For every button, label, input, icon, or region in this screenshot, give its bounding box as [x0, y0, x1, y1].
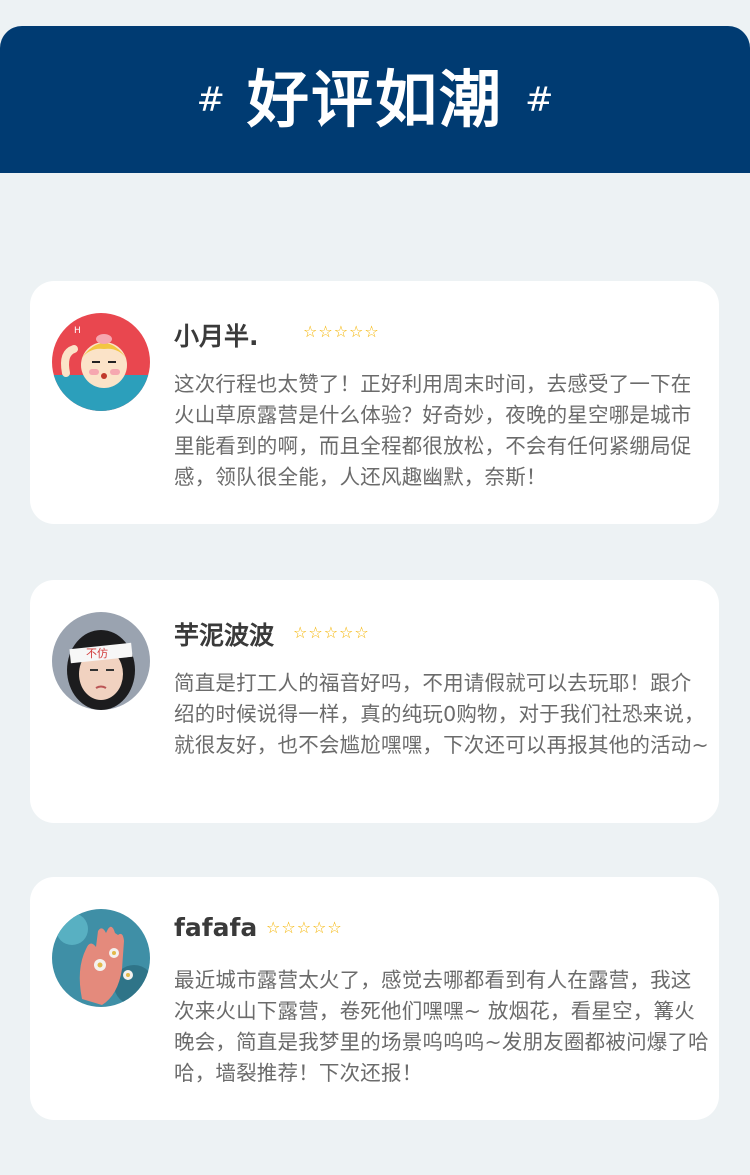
star-icon: ☆: [308, 623, 323, 642]
hand-flowers-avatar-icon: [52, 909, 150, 1007]
star-icon: ☆: [303, 322, 318, 341]
review-card: fafafa ☆ ☆ ☆ ☆ ☆ 最近城市露营太火了，感觉去哪都看到有人在露营，…: [30, 877, 719, 1120]
review-text: 这次行程也太赞了！正好利用周末时间，去感受了一下在火山草原露营是什么体验？好奇妙…: [174, 372, 692, 489]
star-icon: ☆: [364, 322, 379, 341]
reviewer-name: 芋泥波波: [174, 621, 275, 650]
svg-text:不仿: 不仿: [86, 647, 108, 660]
svg-text:H: H: [74, 326, 81, 336]
star-rating: ☆ ☆ ☆ ☆ ☆: [293, 625, 369, 641]
star-icon: ☆: [312, 918, 327, 937]
star-icon: ☆: [296, 918, 312, 937]
star-icon: ☆: [333, 322, 349, 341]
hash-left: #: [196, 79, 225, 120]
star-icon: ☆: [318, 322, 333, 341]
star-icon: ☆: [354, 623, 369, 642]
star-icon: ☆: [266, 918, 281, 937]
reviewer-name: fafafa: [174, 913, 258, 942]
section-header: # 好评如潮 #: [0, 26, 750, 173]
review-card: 不仿 芋泥波波 ☆ ☆ ☆ ☆ ☆ 简直是打工人的福音好吗，不用请假就可以去玩耶…: [30, 580, 719, 823]
review-card: H 小月半. ☆ ☆ ☆ ☆ ☆ 这次行程也太赞了！正好利用周末时间，去感受了一…: [30, 281, 719, 524]
star-icon: ☆: [339, 623, 354, 642]
star-rating: ☆ ☆ ☆ ☆ ☆: [266, 920, 342, 936]
reviewer-name: 小月半.: [174, 322, 259, 351]
star-icon: ☆: [323, 623, 339, 642]
star-icon: ☆: [293, 623, 308, 642]
star-icon: ☆: [281, 918, 296, 937]
star-rating: ☆ ☆ ☆ ☆ ☆: [303, 324, 379, 340]
star-icon: ☆: [327, 918, 342, 937]
cartoon-girl-avatar-icon: H: [52, 313, 150, 411]
section-title: 好评如潮: [246, 62, 503, 136]
star-icon: ☆: [349, 322, 364, 341]
review-text: 简直是打工人的福音好吗，不用请假就可以去玩耶！跟介绍的时候说得一样，真的纯玩0购…: [174, 671, 709, 757]
review-text: 最近城市露营太火了，感觉去哪都看到有人在露营，我这次来火山下露营，卷死他们嘿嘿~…: [174, 968, 709, 1085]
hash-right: #: [525, 79, 554, 120]
girl-headband-avatar-icon: 不仿: [52, 612, 150, 710]
page: # 好评如潮 # H 小月半. ☆ ☆ ☆ ☆ ☆ 这次行程也太赞了！正好利用周…: [0, 0, 750, 1175]
